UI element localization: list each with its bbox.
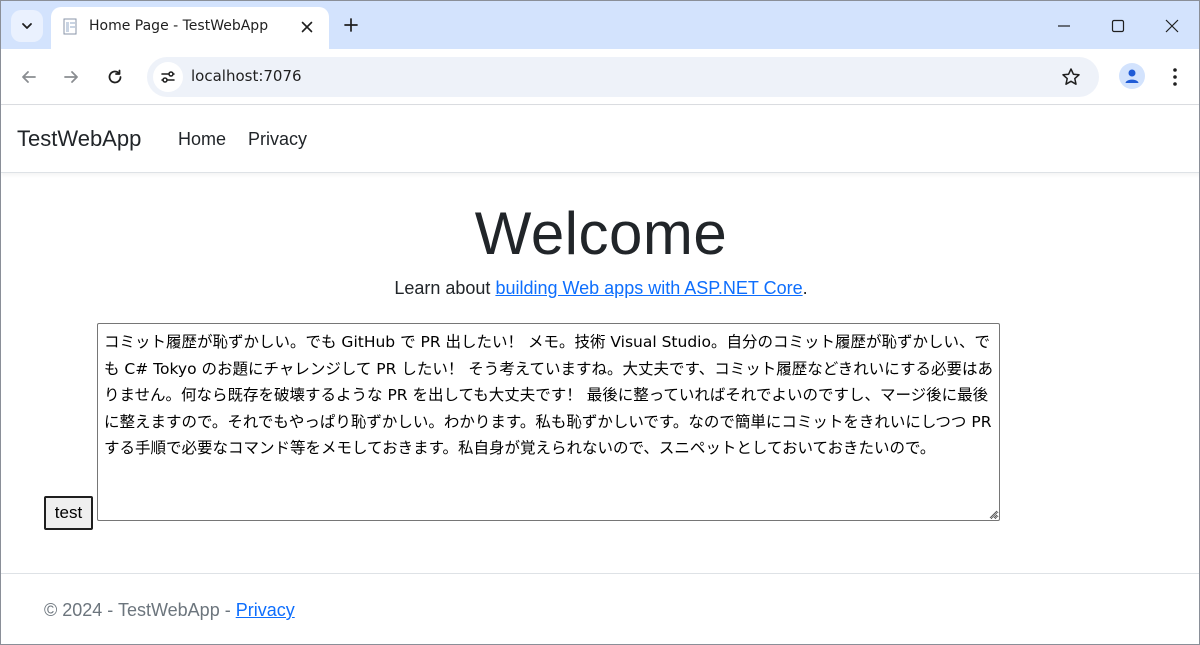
minimize-icon [1058, 25, 1070, 27]
nav-link-home[interactable]: Home [178, 129, 226, 150]
tab-close-button[interactable] [297, 17, 317, 37]
minimize-button[interactable] [1049, 11, 1079, 41]
tab-strip: Home Page - TestWebApp [1, 1, 1199, 49]
browser-window: Home Page - TestWebApp localhost:7076 Te… [0, 0, 1200, 645]
maximize-icon [1111, 19, 1125, 33]
bookmark-button[interactable] [1059, 65, 1083, 89]
lead-suffix: . [802, 278, 808, 298]
close-window-button[interactable] [1157, 11, 1187, 41]
kebab-menu-icon [1173, 68, 1177, 86]
resize-grip-icon[interactable] [986, 507, 998, 519]
tab-search-button[interactable] [11, 10, 43, 42]
footer-text: © 2024 - TestWebApp - Privacy [44, 600, 295, 621]
browser-menu-button[interactable] [1163, 63, 1187, 91]
plus-icon [344, 18, 358, 32]
lead-prefix: Learn about [394, 278, 496, 298]
site-footer: © 2024 - TestWebApp - Privacy [1, 573, 1199, 644]
reload-icon [108, 69, 122, 84]
new-tab-button[interactable] [339, 13, 363, 37]
page-favicon-icon [63, 18, 77, 35]
site-navbar: TestWebApp Home Privacy [1, 106, 1199, 173]
browser-toolbar: localhost:7076 [1, 49, 1199, 105]
active-tab[interactable]: Home Page - TestWebApp [51, 7, 329, 49]
page-title: Welcome [474, 200, 728, 267]
arrow-right-icon [64, 71, 78, 83]
arrow-left-icon [22, 71, 36, 83]
close-icon [301, 21, 313, 33]
address-bar[interactable]: localhost:7076 [147, 57, 1099, 97]
site-brand-link[interactable]: TestWebApp [17, 126, 141, 152]
site-info-button[interactable] [153, 62, 183, 92]
footer-privacy-link[interactable]: Privacy [236, 600, 295, 620]
tab-title: Home Page - TestWebApp [89, 18, 269, 34]
star-icon [1062, 68, 1080, 85]
chevron-down-icon [22, 23, 32, 29]
close-icon [1165, 19, 1179, 33]
memo-textarea[interactable]: コミット履歴が恥ずかしい。でも GitHub で PR 出したい！ メモ。技術 … [97, 323, 1000, 521]
url-text[interactable]: localhost:7076 [191, 67, 302, 85]
docs-link[interactable]: building Web apps with ASP.NET Core [495, 278, 802, 298]
nav-link-privacy[interactable]: Privacy [248, 129, 307, 150]
copyright-text: © 2024 - TestWebApp - [44, 600, 236, 620]
test-button[interactable]: test [44, 496, 93, 530]
tune-icon [161, 71, 175, 83]
profile-button[interactable] [1119, 63, 1145, 89]
back-button[interactable] [15, 63, 43, 91]
web-page: TestWebApp Home Privacy Welcome Learn ab… [1, 106, 1199, 644]
lead-text: Learn about building Web apps with ASP.N… [1, 278, 1199, 299]
maximize-button[interactable] [1103, 11, 1133, 41]
forward-button[interactable] [57, 63, 85, 91]
person-icon [1125, 69, 1139, 83]
reload-button[interactable] [101, 63, 129, 91]
